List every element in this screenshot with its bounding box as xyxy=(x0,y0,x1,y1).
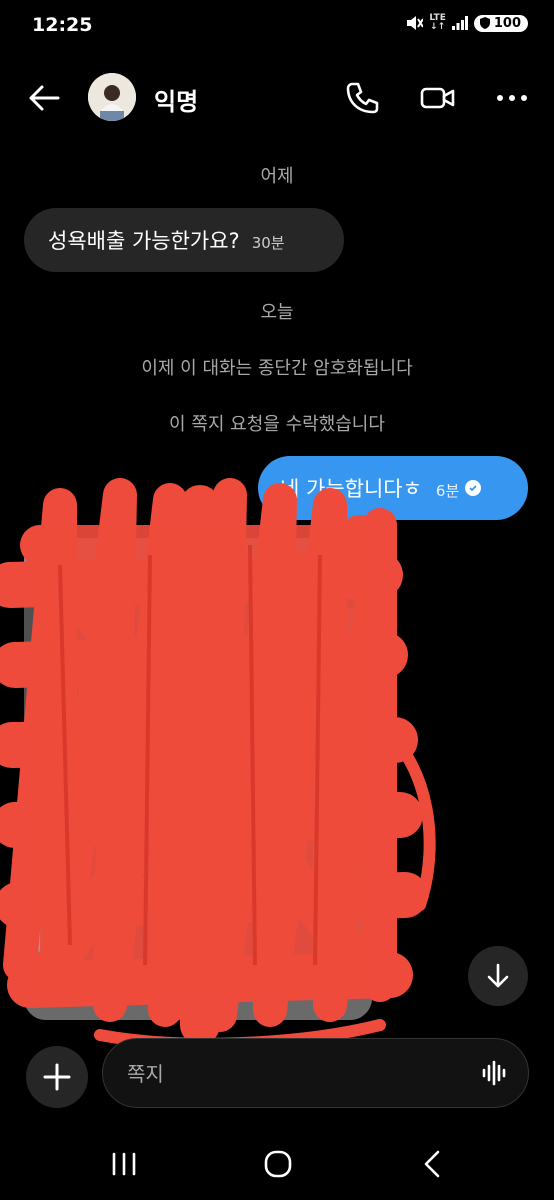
status-time: 12:25 xyxy=(32,14,93,36)
avatar[interactable] xyxy=(88,73,136,121)
contact-name[interactable]: 익명 xyxy=(154,82,198,117)
battery-indicator: 100 xyxy=(473,14,528,32)
message-composer[interactable] xyxy=(102,1038,529,1108)
date-separator-today: 오늘 xyxy=(260,302,294,323)
date-separator-yesterday: 어제 xyxy=(260,166,294,187)
video-call-icon[interactable] xyxy=(420,80,456,116)
home-icon[interactable] xyxy=(258,1146,298,1182)
back-arrow-icon[interactable] xyxy=(26,80,62,116)
system-message-request-accepted: 이 쪽지 요청을 수락했습니다 xyxy=(169,414,385,435)
back-nav-icon[interactable] xyxy=(412,1146,452,1182)
system-message-encryption: 이제 이 대화는 종단간 암호화됩니다 xyxy=(141,358,413,379)
battery-shield-icon xyxy=(479,17,490,29)
more-options-icon[interactable] xyxy=(494,80,530,116)
scroll-to-bottom-button[interactable] xyxy=(468,946,528,1006)
incoming-message[interactable]: 성욕배출 가능한가요? 30분 xyxy=(24,208,344,272)
message-time: 30분 xyxy=(251,233,285,252)
redaction-scribble xyxy=(0,478,436,1050)
seen-check-icon xyxy=(465,480,482,496)
add-attachment-button[interactable] xyxy=(26,1046,88,1108)
network-type: LTE ↓↑ xyxy=(429,13,446,32)
mute-icon xyxy=(407,16,424,30)
voice-message-icon[interactable] xyxy=(480,1059,508,1087)
plus-icon xyxy=(43,1063,71,1091)
arrow-down-icon xyxy=(487,963,509,988)
recent-apps-icon[interactable] xyxy=(104,1146,144,1182)
signal-icon xyxy=(451,16,468,30)
phone-call-icon[interactable] xyxy=(344,80,380,116)
message-text: 성욕배출 가능한가요? xyxy=(48,229,240,253)
status-icons: LTE ↓↑ 100 xyxy=(405,14,528,32)
message-input[interactable] xyxy=(125,1055,459,1093)
